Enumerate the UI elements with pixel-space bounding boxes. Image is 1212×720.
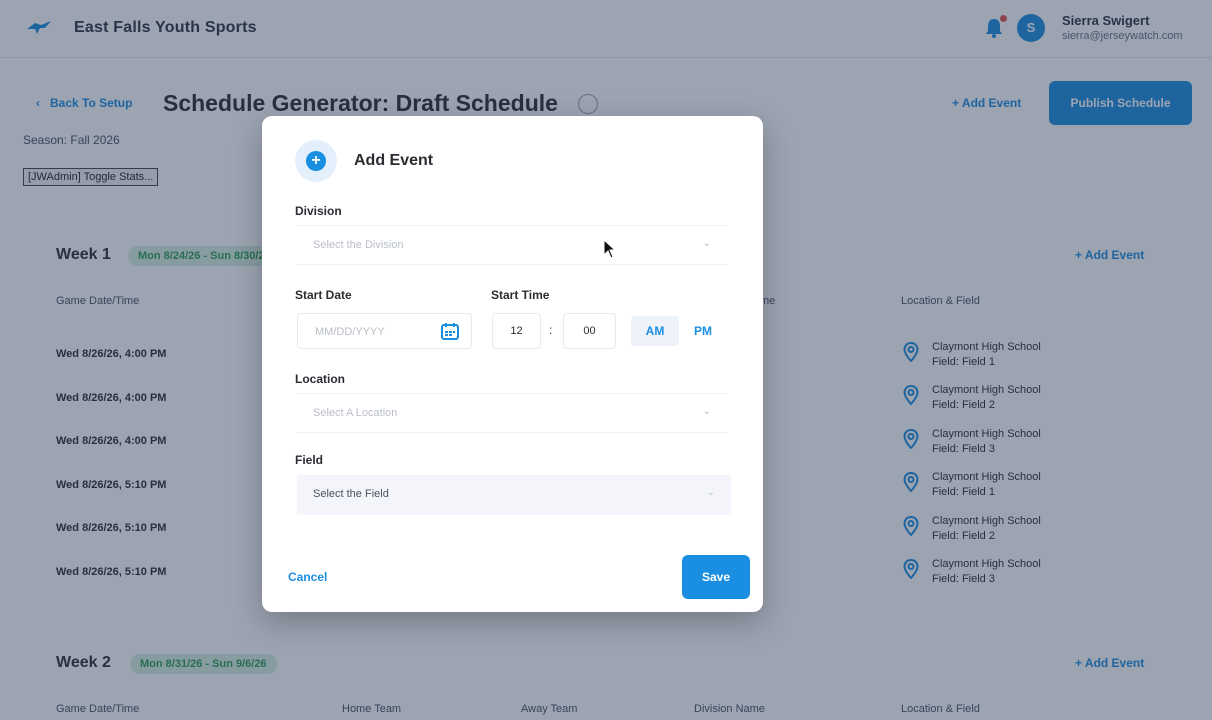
start-date-label: Start Date bbox=[295, 288, 352, 302]
modal-icon-wrapper: + bbox=[295, 140, 337, 182]
hour-input[interactable]: 12 bbox=[492, 313, 541, 349]
start-date-placeholder: MM/DD/YYYY bbox=[315, 326, 385, 338]
cursor-icon bbox=[603, 239, 617, 259]
field-label: Field bbox=[295, 453, 324, 467]
chevron-down-icon: ⌄ bbox=[706, 487, 715, 498]
field-placeholder: Select the Field bbox=[313, 488, 389, 500]
location-select[interactable]: Select A Location ⌄ bbox=[297, 393, 727, 433]
save-button[interactable]: Save bbox=[682, 555, 750, 599]
pm-toggle[interactable]: PM bbox=[682, 316, 724, 346]
chevron-down-icon: ⌄ bbox=[702, 238, 711, 249]
am-toggle[interactable]: AM bbox=[631, 316, 679, 346]
start-time-label: Start Time bbox=[491, 288, 550, 302]
division-placeholder: Select the Division bbox=[313, 239, 404, 251]
location-label: Location bbox=[295, 372, 345, 386]
location-placeholder: Select A Location bbox=[313, 407, 398, 419]
add-event-modal: + Add Event Division Select the Division… bbox=[262, 116, 763, 612]
field-select[interactable]: Select the Field ⌄ bbox=[297, 475, 731, 515]
division-label: Division bbox=[295, 204, 342, 218]
division-select[interactable]: Select the Division ⌄ bbox=[297, 225, 727, 265]
chevron-down-icon: ⌄ bbox=[702, 406, 711, 417]
modal-title: Add Event bbox=[354, 152, 434, 169]
calendar-icon[interactable] bbox=[441, 322, 459, 340]
minute-input[interactable]: 00 bbox=[563, 313, 616, 349]
cancel-button[interactable]: Cancel bbox=[288, 570, 327, 584]
plus-circle-icon: + bbox=[306, 151, 326, 171]
time-separator: : bbox=[549, 323, 553, 337]
start-date-input[interactable]: MM/DD/YYYY bbox=[297, 313, 472, 349]
